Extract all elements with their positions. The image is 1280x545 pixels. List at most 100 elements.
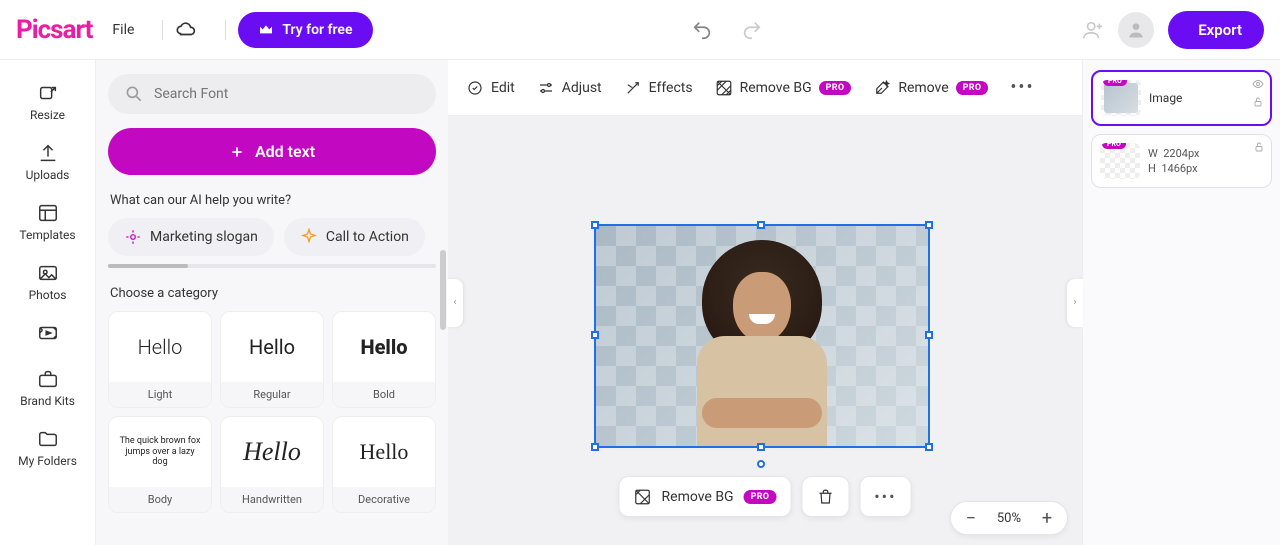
person-illustration (672, 236, 852, 446)
plus-icon (229, 144, 245, 160)
edit-icon (466, 79, 484, 97)
zoom-control: − 50% + (950, 501, 1068, 535)
lock-open-icon[interactable] (1252, 96, 1264, 108)
ai-pill-scrollbar[interactable] (108, 264, 436, 268)
fb-delete[interactable] (801, 476, 849, 517)
resize-handle-t[interactable] (757, 221, 765, 229)
search-font[interactable] (108, 74, 436, 114)
tool-remove[interactable]: Remove PRO (873, 79, 988, 97)
left-rail: Resize Uploads Templates Photos Brand Ki… (0, 60, 96, 545)
rail-label: My Folders (18, 454, 77, 468)
pro-badge: PRO (1103, 80, 1127, 86)
tool-effects[interactable]: Effects (624, 79, 693, 97)
add-text-label: Add text (255, 142, 315, 161)
resize-handle-tl[interactable] (591, 221, 599, 229)
category-heading: Choose a category (110, 286, 436, 301)
cat-bold[interactable]: Hello Bold (332, 311, 436, 408)
search-input[interactable] (154, 86, 420, 102)
rail-photos[interactable]: Photos (0, 254, 95, 310)
rail-templates[interactable]: Templates (0, 194, 95, 250)
topbar: Picsart File Try for free Export (0, 0, 1280, 60)
rail-resize[interactable]: Resize (0, 74, 95, 130)
tool-label: Edit (491, 80, 515, 96)
cat-label: Decorative (333, 487, 435, 512)
crown-icon (258, 22, 274, 38)
cat-regular[interactable]: Hello Regular (220, 311, 324, 408)
topbar-right: Export (1082, 11, 1264, 49)
cloud-sync-icon[interactable] (175, 19, 197, 41)
rail-my-folders[interactable]: My Folders (0, 420, 95, 476)
cat-decorative[interactable]: Hello Decorative (332, 416, 436, 513)
sparkle-icon (124, 228, 142, 246)
cat-preview: Hello (333, 417, 435, 487)
pro-badge: PRO (744, 490, 777, 504)
redo-button[interactable] (741, 19, 763, 41)
export-label: Export (1198, 21, 1242, 39)
panel-scrollbar[interactable] (440, 250, 446, 330)
canvas-stage[interactable]: Remove BG PRO ••• − 50% + (448, 116, 1082, 545)
image-content (596, 226, 928, 446)
zoom-out-button[interactable]: − (961, 508, 981, 528)
layer-name: Image (1149, 91, 1182, 105)
resize-handle-l[interactable] (591, 331, 599, 339)
search-icon (124, 84, 144, 104)
zoom-value[interactable]: 50% (997, 511, 1021, 526)
tool-edit[interactable]: Edit (466, 79, 515, 97)
rail-label: Templates (19, 228, 75, 242)
add-text-button[interactable]: Add text (108, 128, 436, 175)
export-button[interactable]: Export (1168, 11, 1264, 49)
resize-handle-b[interactable] (757, 443, 765, 451)
ai-heading: What can our AI help you write? (110, 193, 436, 208)
toolbar-more[interactable]: ••• (1010, 77, 1034, 98)
avatar[interactable] (1118, 12, 1154, 48)
selected-image[interactable] (594, 224, 930, 448)
cat-light[interactable]: Hello Light (108, 311, 212, 408)
ai-pill-cta[interactable]: Call to Action (284, 218, 425, 256)
resize-handle-bl[interactable] (591, 443, 599, 451)
resize-icon (37, 82, 59, 104)
fb-remove-bg[interactable]: Remove BG PRO (619, 476, 792, 517)
rotate-handle[interactable] (757, 460, 765, 468)
fb-more[interactable]: ••• (859, 476, 911, 517)
cat-label: Handwritten (221, 487, 323, 512)
tool-remove-bg[interactable]: Remove BG PRO (715, 79, 852, 97)
ai-pill-marketing[interactable]: Marketing slogan (108, 218, 274, 256)
eye-icon[interactable] (1252, 78, 1264, 90)
rail-label: Uploads (26, 168, 70, 182)
rail-uploads[interactable]: Uploads (0, 134, 95, 190)
effects-icon (624, 79, 642, 97)
resize-handle-tr[interactable] (925, 221, 933, 229)
tool-label: Remove (898, 80, 948, 96)
tool-adjust[interactable]: Adjust (537, 79, 602, 97)
context-toolbar: Edit Adjust Effects Remove BG PRO Remove… (448, 60, 1082, 116)
rail-videos[interactable] (0, 314, 95, 356)
lock-open-icon[interactable] (1253, 141, 1265, 153)
cat-label: Bold (333, 382, 435, 407)
resize-handle-r[interactable] (925, 331, 933, 339)
rail-brand-kits[interactable]: Brand Kits (0, 360, 95, 416)
resize-handle-br[interactable] (925, 443, 933, 451)
tool-label: Adjust (562, 80, 602, 96)
magic-eraser-icon (873, 79, 891, 97)
layer-background[interactable]: PRO W 2204px H 1466px (1091, 134, 1272, 188)
layer-image[interactable]: PRO Image (1091, 70, 1272, 126)
try-free-label: Try for free (282, 22, 352, 38)
cat-label: Regular (221, 382, 323, 407)
zoom-in-button[interactable]: + (1037, 508, 1057, 528)
logo[interactable]: Picsart (16, 15, 92, 45)
side-panel: Add text What can our AI help you write?… (96, 60, 448, 545)
cat-label: Body (109, 487, 211, 512)
try-for-free-button[interactable]: Try for free (238, 12, 372, 48)
ai-pill-row: Marketing slogan Call to Action (108, 218, 436, 256)
add-user-icon[interactable] (1082, 19, 1104, 41)
cat-body[interactable]: The quick brown fox jumps over a lazy do… (108, 416, 212, 513)
templates-icon (37, 202, 59, 224)
layer-dimensions: W 2204px H 1466px (1148, 146, 1200, 177)
file-menu[interactable]: File (112, 22, 134, 38)
undo-button[interactable] (691, 19, 713, 41)
floating-action-bar: Remove BG PRO ••• (619, 476, 912, 517)
layer-thumbnail: PRO (1101, 80, 1141, 116)
layer-thumbnail: PRO (1100, 143, 1140, 179)
cat-handwritten[interactable]: Hello Handwritten (220, 416, 324, 513)
tool-label: Remove BG (740, 80, 812, 96)
